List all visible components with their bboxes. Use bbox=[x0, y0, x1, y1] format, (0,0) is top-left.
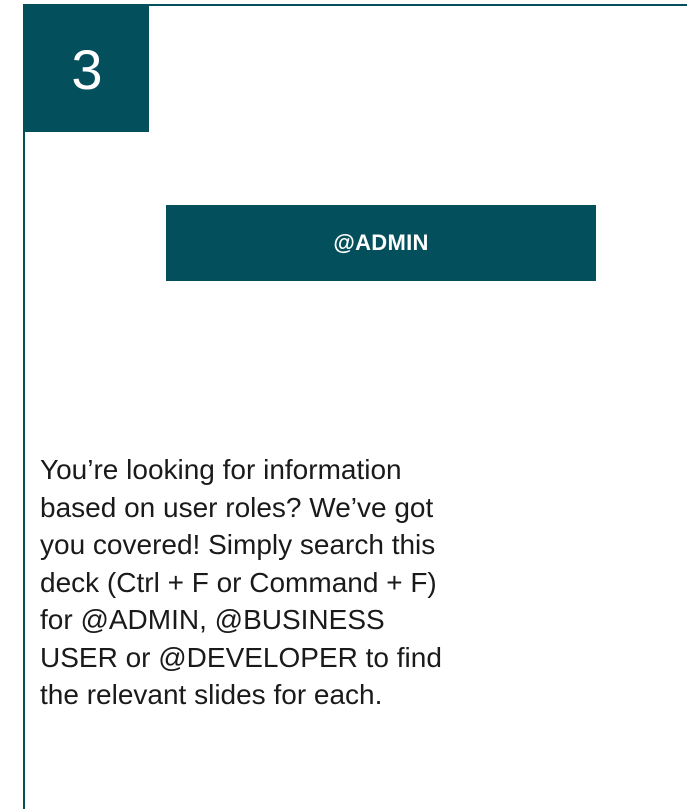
role-banner-label: @ADMIN bbox=[333, 230, 429, 255]
slide-number-badge: 3 bbox=[25, 6, 149, 132]
role-banner: @ADMIN bbox=[166, 205, 596, 281]
slide-number: 3 bbox=[71, 37, 103, 101]
slide-page: 3 @ADMIN You’re looking for information … bbox=[0, 0, 687, 809]
slide-description: You’re looking for information based on … bbox=[40, 454, 442, 710]
